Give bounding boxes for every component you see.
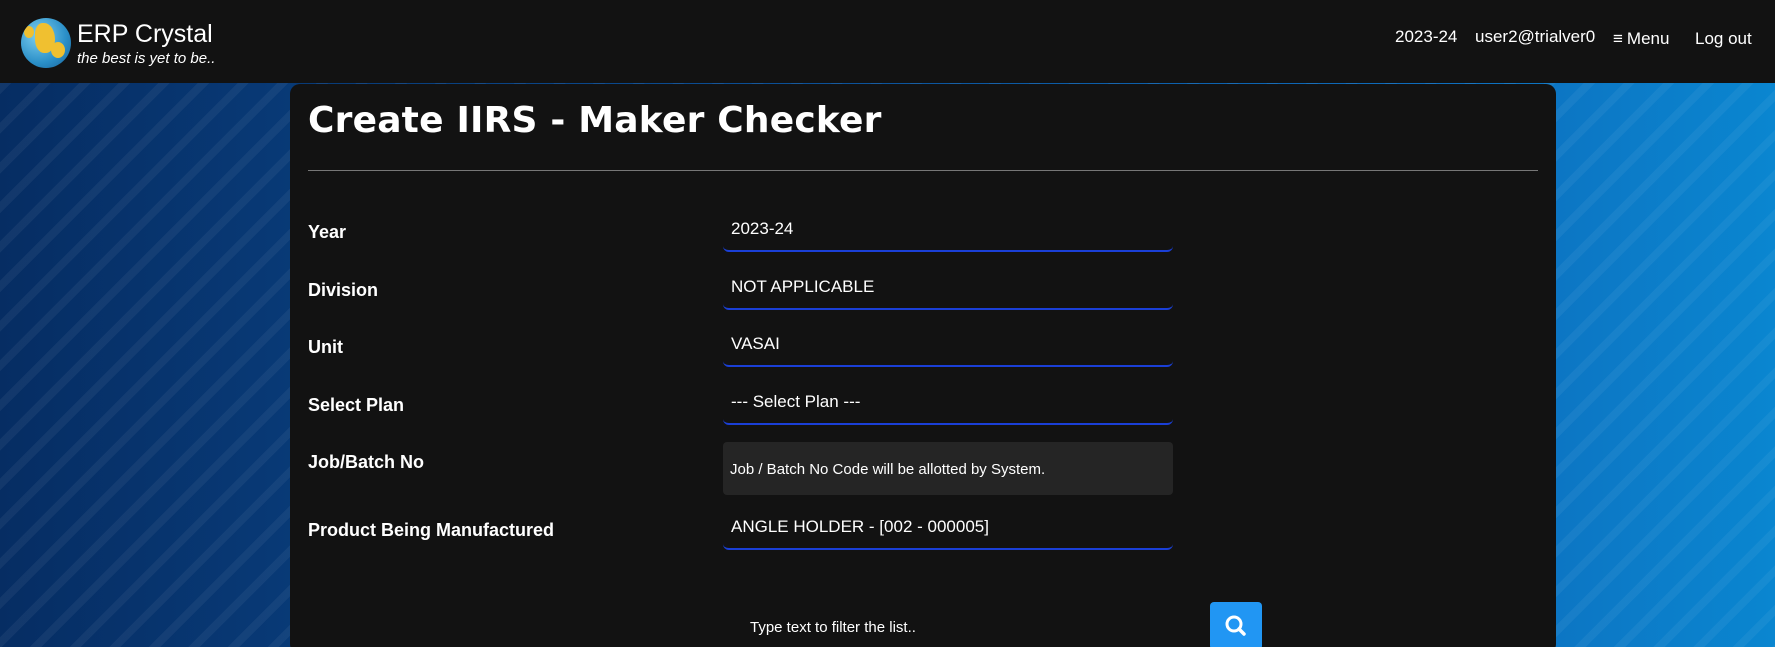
divider [308, 170, 1538, 171]
product-field[interactable]: ANGLE HOLDER - [002 - 000005] [723, 505, 1173, 550]
logout-link[interactable]: Log out [1695, 29, 1752, 49]
form-card: Create IIRS - Maker Checker Year 2023-24… [290, 84, 1556, 647]
year-label: Year [308, 222, 347, 242]
globe-icon[interactable] [21, 18, 71, 68]
job-batch-note: Job / Batch No Code will be allotted by … [723, 442, 1173, 495]
user-account: user2@trialver0 [1475, 27, 1596, 46]
brand-title[interactable]: ERP Crystal [77, 20, 213, 49]
job-batch-label: Job/Batch No [308, 452, 425, 472]
menu-label: Menu [1626, 29, 1670, 48]
brand-tagline: the best is yet to be.. [77, 50, 216, 67]
product-label: Product Being Manufactured [308, 520, 555, 540]
financial-year: 2023-24 [1395, 27, 1458, 46]
search-icon [1225, 615, 1246, 636]
unit-label: Unit [308, 337, 343, 357]
filter-input[interactable]: Type text to filter the list.. [750, 614, 1150, 644]
search-button[interactable] [1210, 602, 1262, 647]
division-field[interactable]: NOT APPLICABLE [723, 265, 1173, 310]
menu-button[interactable]: ≡ Menu [1613, 29, 1669, 49]
page-title: Create IIRS - Maker Checker [308, 100, 882, 141]
division-label: Division [308, 280, 379, 300]
year-field[interactable]: 2023-24 [723, 207, 1173, 252]
select-plan-label: Select Plan [308, 395, 405, 415]
hamburger-icon: ≡ [1613, 29, 1623, 48]
top-navbar: ERP Crystal the best is yet to be.. 2023… [0, 0, 1775, 83]
select-plan-dropdown[interactable]: --- Select Plan --- [723, 380, 1173, 425]
unit-field[interactable]: VASAI [723, 322, 1173, 367]
